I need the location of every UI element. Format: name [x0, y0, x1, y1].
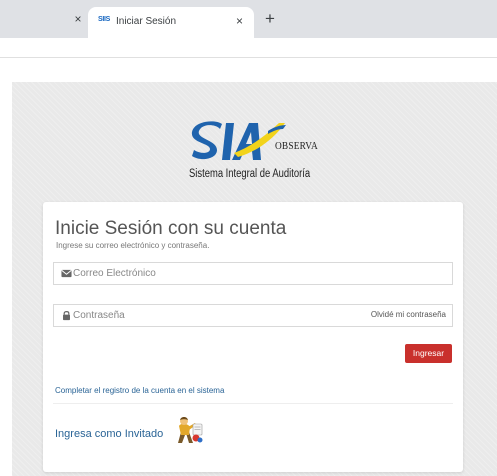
- guest-login-link[interactable]: Ingresa como Invitado: [55, 428, 163, 440]
- password-input[interactable]: [73, 305, 363, 326]
- tab-close-icon[interactable]: ×: [233, 15, 246, 28]
- login-card: Inicie Sesión con su cuenta Ingrese su c…: [43, 202, 463, 472]
- browser-tab-active[interactable]: SIIS Iniciar Sesión ×: [88, 7, 254, 38]
- previous-tab-close-icon[interactable]: ×: [72, 13, 84, 25]
- email-input[interactable]: [73, 263, 448, 284]
- forgot-password-link[interactable]: Olvidé mi contraseña: [371, 310, 446, 319]
- page-viewport: OBSERVA Sistema Integral de Auditoría In…: [12, 82, 497, 476]
- login-subtitle: Ingrese su correo electrónico y contrase…: [56, 241, 210, 250]
- email-field[interactable]: [53, 262, 453, 285]
- tab-title: Iniciar Sesión: [116, 16, 177, 27]
- logo-subtitle: Sistema Integral de Auditoría: [189, 168, 311, 180]
- password-field[interactable]: Olvidé mi contraseña: [53, 304, 453, 327]
- browser-toolbar: [0, 38, 497, 58]
- divider: [53, 403, 453, 404]
- login-button[interactable]: Ingresar: [405, 344, 452, 363]
- new-tab-button[interactable]: +: [262, 10, 278, 27]
- tab-favicon-icon: SIIS: [98, 16, 111, 23]
- logo-observa-text: OBSERVA: [275, 140, 318, 152]
- envelope-icon: [61, 269, 72, 278]
- complete-registration-link[interactable]: Completar el registro de la cuenta en el…: [55, 386, 224, 395]
- login-title: Inicie Sesión con su cuenta: [55, 218, 287, 239]
- guest-user-icon[interactable]: [172, 414, 204, 446]
- lock-icon: [63, 311, 70, 321]
- browser-tab-strip: × SIIS Iniciar Sesión × +: [0, 0, 497, 38]
